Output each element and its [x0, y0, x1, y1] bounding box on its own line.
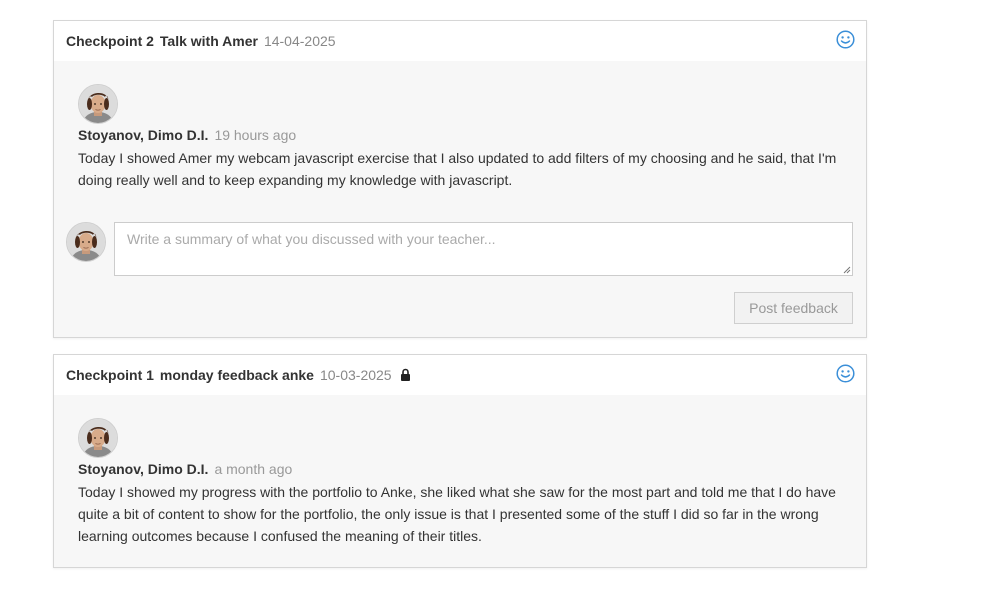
checkpoint-name: Talk with Amer: [159, 33, 258, 49]
lock-icon: [400, 368, 410, 381]
smiley-icon: [836, 364, 855, 383]
avatar: [66, 222, 106, 262]
post-feedback-button[interactable]: Post feedback: [734, 292, 853, 324]
checkpoint-header: Checkpoint 1 monday feedback anke 10-03-20…: [54, 355, 866, 395]
feedback-summary-input[interactable]: Write a summary of what you discussed wi…: [114, 222, 853, 276]
feedback-author-line: Stoyanov, Dimo D.I. a month ago: [78, 461, 292, 477]
checkpoint-title: Checkpoint 1 monday feedback anke 10-03-20…: [66, 367, 411, 383]
feedback-author: Stoyanov, Dimo D.I.: [78, 127, 209, 143]
feedback-time: 19 hours ago: [214, 127, 297, 143]
checkpoint-card: Checkpoint 1 monday feedback anke 10-03-20…: [53, 354, 867, 568]
checkpoint-date: 14-04-2025: [263, 33, 336, 49]
feedback-summary-placeholder: Write a summary of what you discussed wi…: [127, 231, 496, 247]
checkpoint-label: Checkpoint 2: [66, 33, 154, 49]
checkpoint-label: Checkpoint 1: [66, 367, 154, 383]
feedback-author-line: Stoyanov, Dimo D.I. 19 hours ago: [78, 127, 296, 143]
checkpoint-card: Checkpoint 2 Talk with Amer 14-04-2025 Sto…: [53, 20, 867, 338]
checkpoint-title: Checkpoint 2 Talk with Amer 14-04-2025: [66, 33, 336, 49]
avatar: [78, 418, 118, 458]
feedback-text: Today I showed Amer my webcam javascript…: [78, 150, 837, 188]
checkpoint-name: monday feedback anke: [159, 367, 314, 383]
smiley-icon: [836, 30, 855, 49]
feedback-time: a month ago: [214, 461, 293, 477]
feedback-author: Stoyanov, Dimo D.I.: [78, 461, 209, 477]
avatar: [78, 84, 118, 124]
checkpoint-header: Checkpoint 2 Talk with Amer 14-04-2025: [54, 21, 866, 61]
resize-grip-icon[interactable]: [842, 265, 851, 274]
feedback-text: Today I showed my progress with the port…: [78, 484, 836, 544]
checkpoint-date: 10-03-2025: [319, 367, 392, 383]
